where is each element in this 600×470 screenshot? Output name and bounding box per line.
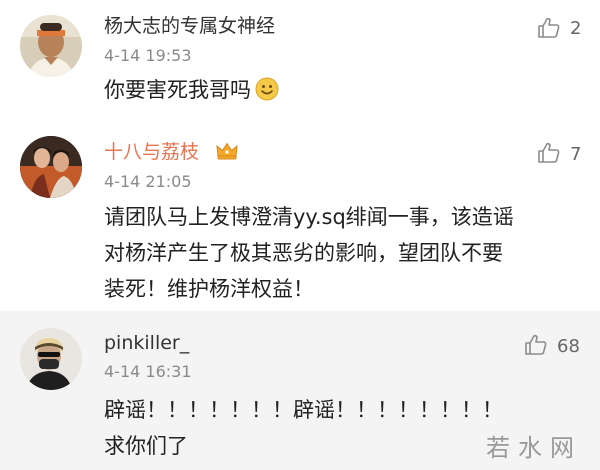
thumbs-up-icon[interactable] [524, 333, 548, 357]
comment-list: 杨大志的专属女神经 4-14 19:53 你要害死我哥吗 2 十八与荔枝 4-1… [0, 0, 600, 470]
like-count: 68 [557, 336, 580, 357]
comment-item: 十八与荔枝 4-14 21:05 请团队马上发博澄清yy.sq绯闻一事，该造谣 … [0, 119, 600, 311]
like-count: 2 [570, 18, 582, 39]
avatar[interactable] [20, 328, 82, 390]
like-count: 7 [570, 144, 582, 165]
timestamp: 4-14 19:53 [104, 46, 192, 65]
comment-text-line: 装死！维护杨洋权益！ [104, 277, 314, 301]
comment-text-line: 请团队马上发博澄清yy.sq绯闻一事，该造谣 [104, 205, 514, 229]
timestamp: 4-14 16:31 [104, 362, 192, 381]
crown-icon[interactable] [214, 140, 240, 162]
avatar-image [20, 136, 82, 198]
comment-text-line: 辟谣！！！！！！！辟谣！！！！！！！！ [104, 398, 503, 422]
smile-emoji [255, 77, 279, 101]
avatar[interactable] [20, 15, 82, 77]
thumbs-up-icon[interactable] [537, 141, 561, 165]
thumbs-up-icon[interactable] [537, 16, 561, 40]
avatar-image [20, 328, 82, 390]
comment-text: 你要害死我哥吗 [104, 72, 584, 108]
avatar-image [20, 15, 82, 77]
username[interactable]: 十八与荔枝 [104, 140, 199, 164]
username[interactable]: pinkiller_ [104, 331, 189, 355]
comment-text: 请团队马上发博澄清yy.sq绯闻一事，该造谣 对杨洋产生了极其恶劣的影响，望团队… [104, 199, 584, 307]
watermark: 若水网 [486, 434, 582, 462]
avatar[interactable] [20, 136, 82, 198]
comment-item: 杨大志的专属女神经 4-14 19:53 你要害死我哥吗 2 [0, 0, 600, 119]
comment-text-line: 对杨洋产生了极其恶劣的影响，望团队不要 [104, 241, 503, 265]
username[interactable]: 杨大志的专属女神经 [104, 14, 275, 38]
timestamp: 4-14 21:05 [104, 172, 192, 191]
comment-text-line: 你要害死我哥吗 [104, 72, 584, 108]
